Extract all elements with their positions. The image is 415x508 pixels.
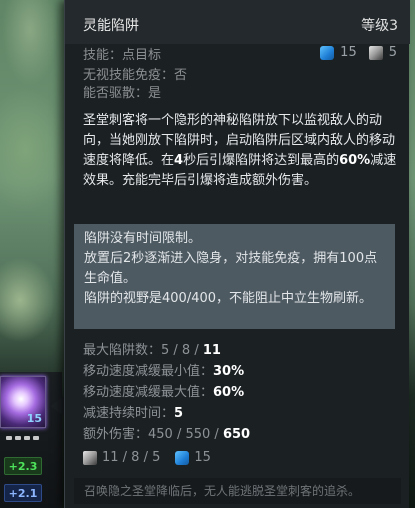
ability-description: 圣堂刺客将一个隐形的神秘陷阱放下以监视敌人的动向，当她刚放下陷阱时，启动陷阱后区…: [83, 111, 401, 191]
stat-slow-duration: 减速持续时间：5: [83, 403, 401, 424]
stat-label: 减速持续时间：: [83, 406, 175, 421]
stat-label: 移动速度减缓最大值：: [83, 385, 214, 400]
spell-immunity-info: 无视技能免疫：否: [83, 68, 188, 83]
stat-label: 移动速度减缓最小值：: [83, 364, 214, 379]
stat-current: 30%: [213, 364, 245, 379]
level-pip: [33, 436, 39, 440]
mana-cost-value: 15: [194, 450, 211, 465]
level-pip: [15, 436, 21, 440]
tooltip-pointer: [50, 396, 64, 416]
cooldown-icon: [368, 45, 383, 60]
stat-min-slow: 移动速度减缓最小值：30%: [83, 361, 401, 382]
stat-current: 11: [202, 343, 221, 358]
ability-notes: 陷阱没有时间限制。 放置后2秒逐渐进入隐身，对技能免疫，拥有100点生命值。 陷…: [74, 224, 395, 329]
stat-gain-blue: +2.1: [4, 484, 42, 502]
note-line: 放置后2秒逐渐进入隐身，对技能免疫，拥有100点生命值。: [84, 251, 378, 286]
mana-icon: [175, 450, 190, 465]
tooltip-header: 灵能陷阱 等级3: [65, 0, 410, 44]
level-pip: [24, 436, 30, 440]
stat-current: 650: [222, 427, 251, 442]
stat-max-traps: 最大陷阱数：5 / 8 / 11: [83, 340, 401, 361]
ability-level: 等级3: [361, 18, 398, 34]
note-line: 陷阱的视野是400/400，不能阻止中立生物刷新。: [84, 291, 373, 306]
stat-label: 额外伤害：: [83, 427, 149, 442]
cooldown-values: 11 / 8 /: [102, 450, 153, 465]
stat-values: 5 / 8 /: [161, 343, 203, 358]
skill-cooldown-label: 15: [26, 412, 42, 425]
ability-stats: 最大陷阱数：5 / 8 / 11 移动速度减缓最小值：30% 移动速度减缓最大值…: [83, 340, 401, 468]
note-line: 陷阱没有时间限制。: [84, 231, 202, 246]
level-pip: [6, 436, 12, 440]
stat-current: 5: [174, 406, 184, 421]
cooldown-current: 5: [152, 450, 161, 465]
stat-current: 60%: [213, 385, 245, 400]
ability-tooltip: 灵能陷阱 等级3 技能：点目标 15 5 无视技能免疫：否 能否驱散：是 圣堂刺…: [64, 0, 410, 508]
targeting-type: 技能：点目标: [83, 48, 162, 63]
stat-label: 最大陷阱数：: [83, 343, 162, 358]
ability-title: 灵能陷阱: [83, 18, 139, 34]
stat-values: 450 / 550 /: [148, 427, 223, 442]
stat-bonus-damage: 额外伤害：450 / 550 / 650: [83, 424, 401, 445]
stat-max-slow: 移动速度减缓最大值：60%: [83, 382, 401, 403]
lore-text: 召唤隐之圣堂降临后，无人能逃脱圣堂刺客的追杀。: [74, 478, 401, 504]
description-text: 秒后引爆陷阱将达到最高的: [183, 153, 340, 168]
header-costs: 15 5: [320, 45, 397, 60]
cost-footer: 11 / 8 / 5 15: [83, 447, 401, 468]
mana-icon: [320, 45, 335, 60]
stat-gain-green: +2.3: [4, 457, 42, 475]
dispellable-info: 能否驱散：是: [83, 86, 162, 101]
description-highlight: 60%: [339, 153, 371, 168]
psionic-trap-skill-icon[interactable]: 15: [0, 376, 46, 428]
mana-cost-value: 15: [340, 45, 357, 60]
cooldown-icon: [83, 450, 97, 465]
skill-level-pips: [6, 436, 42, 442]
cooldown-value: 5: [388, 45, 397, 60]
description-highlight: 4: [174, 153, 184, 168]
